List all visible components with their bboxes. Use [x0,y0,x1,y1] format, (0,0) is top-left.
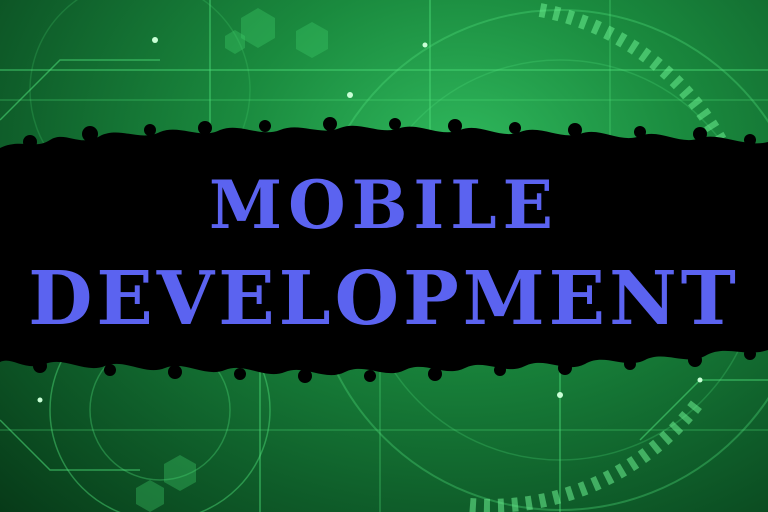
hero-image: MOBILE DEVELOPMENT [0,0,768,512]
title-line-mobile: MOBILE [209,166,559,244]
title-line-development: DEVELOPMENT [28,256,740,342]
